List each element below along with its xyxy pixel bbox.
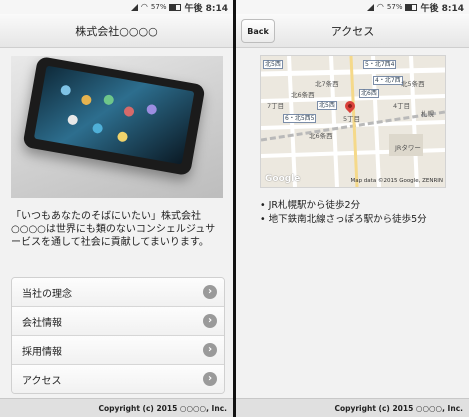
map-label: 5丁目: [343, 115, 361, 123]
status-bar: ◠ 57% 午後 8:14: [236, 0, 469, 14]
map-label: 北6西: [359, 89, 379, 98]
menu-item-access[interactable]: アクセス ›: [12, 365, 224, 393]
chevron-right-icon: ›: [203, 372, 217, 386]
menu-item-label: アクセス: [22, 375, 62, 387]
list-item: JR札幌駅から徒歩2分: [260, 199, 465, 213]
page-title: アクセス: [330, 24, 375, 38]
footer-copyright: Copyright (c) 2015 ○○○○, Inc.: [0, 398, 233, 417]
map-label: 北5西: [263, 60, 283, 69]
map-label: 北5西: [317, 101, 337, 110]
map-label: 北7条西: [315, 80, 339, 88]
access-directions: JR札幌駅から徒歩2分 地下鉄南北線さっぽろ駅から徒歩5分: [260, 199, 465, 227]
menu-item-label: 当社の理念: [22, 288, 72, 300]
google-logo: Google: [265, 174, 301, 184]
map-label: 北6条西: [309, 132, 333, 140]
header-bar: 株式会社○○○○: [0, 14, 233, 48]
map-label: 5・北7西4: [363, 60, 397, 69]
battery-percent: 57%: [386, 3, 403, 11]
chevron-right-icon: ›: [203, 343, 217, 357]
status-time: 午後 8:14: [420, 3, 464, 14]
smartphone-image: [22, 56, 206, 177]
chevron-right-icon: ›: [203, 285, 217, 299]
wifi-icon: ◠: [376, 2, 384, 11]
menu-item-label: 会社情報: [22, 317, 62, 329]
company-home-screen: ◠ 57% 午後 8:14 株式会社○○○○ 「いつもあなたのそばにいたい」株式…: [0, 0, 233, 417]
menu-item-philosophy[interactable]: 当社の理念 ›: [12, 278, 224, 307]
footer-copyright: Copyright (c) 2015 ○○○○, Inc.: [236, 398, 469, 417]
status-time: 午後 8:14: [184, 3, 228, 14]
chevron-right-icon: ›: [203, 314, 217, 328]
signal-icon: [130, 3, 138, 11]
smartphone-photo: [11, 56, 223, 198]
status-bar: ◠ 57% 午後 8:14: [0, 0, 233, 14]
list-item: 地下鉄南北線さっぽろ駅から徒歩5分: [260, 213, 465, 227]
company-description: 「いつもあなたのそばにいたい」株式会社○○○○は世界にも類のないコンシェルジュサ…: [11, 211, 216, 248]
map-label: 4丁目: [393, 102, 411, 110]
map-label: 北6条西: [291, 91, 315, 99]
company-menu: 当社の理念 › 会社情報 › 採用情報 › アクセス ›: [11, 277, 225, 394]
map-label: 4・北7西: [373, 76, 403, 85]
menu-item-recruit[interactable]: 採用情報 ›: [12, 336, 224, 365]
map-label: 7丁目: [267, 102, 285, 110]
map-attribution: Map data ©2015 Google, ZENRIN: [350, 178, 443, 184]
page-title: 株式会社○○○○: [75, 24, 158, 38]
map-label: 6・北5西5: [283, 114, 317, 123]
map-label: 札幌: [421, 110, 434, 118]
back-button[interactable]: Back: [241, 19, 275, 43]
battery-icon: [169, 3, 182, 11]
header-bar: Back アクセス: [236, 14, 469, 48]
signal-icon: [366, 3, 374, 11]
wifi-icon: ◠: [140, 2, 148, 11]
access-map[interactable]: 北5西 北7条西 5・北7西4 4・北7西 北6西 北6条西 北5西 6・北5西…: [260, 55, 446, 188]
access-screen: ◠ 57% 午後 8:14 Back アクセス 北5西 北7条西 5・北7西4 …: [236, 0, 469, 417]
map-label: 北5条西: [401, 80, 425, 88]
menu-item-company-info[interactable]: 会社情報 ›: [12, 307, 224, 336]
battery-percent: 57%: [150, 3, 167, 11]
menu-item-label: 採用情報: [22, 346, 62, 358]
battery-icon: [405, 3, 418, 11]
map-label: JRタワー: [395, 144, 421, 152]
